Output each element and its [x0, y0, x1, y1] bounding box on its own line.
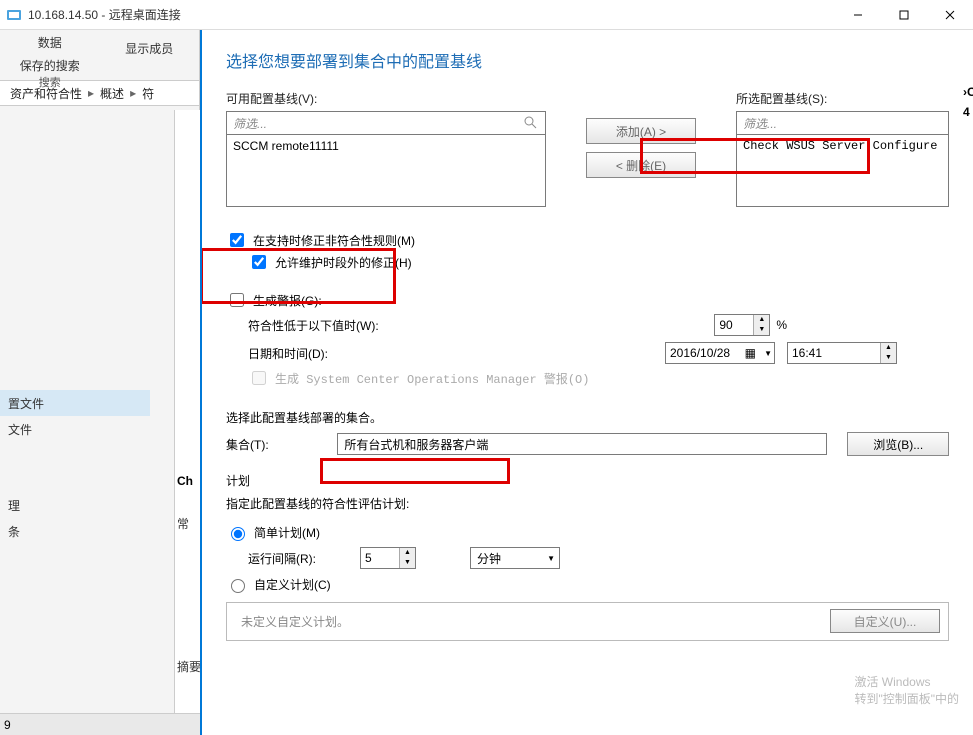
- list-item[interactable]: SCCM remote11111: [233, 139, 539, 153]
- selected-baselines-list[interactable]: Check WSUS Server Configure: [736, 135, 949, 207]
- breadcrumb-node[interactable]: 资产和符合性: [10, 85, 82, 102]
- breadcrumb-sep: ▸: [130, 86, 136, 100]
- interval-unit-select[interactable]: 分钟 ▼: [470, 547, 560, 569]
- chevron-up-icon[interactable]: ▲: [400, 548, 415, 558]
- chevron-down-icon[interactable]: ▼: [764, 349, 772, 358]
- tree-item[interactable]: 条: [0, 518, 150, 544]
- interval-label: 运行间隔(R):: [248, 550, 348, 567]
- collection-input[interactable]: 所有台式机和服务器客户端: [337, 433, 827, 455]
- minimize-button[interactable]: [835, 0, 881, 30]
- simple-schedule-radio[interactable]: 简单计划(M): [226, 520, 949, 544]
- available-baselines-list[interactable]: SCCM remote11111: [226, 135, 546, 207]
- schedule-header: 计划: [226, 472, 949, 489]
- chevron-down-icon[interactable]: ▼: [400, 558, 415, 568]
- remove-button[interactable]: < 删除(E): [586, 152, 696, 178]
- datetime-label: 日期和时间(D):: [248, 345, 428, 362]
- tree-item[interactable]: 置文件: [0, 390, 150, 416]
- list-item[interactable]: Check WSUS Server Configure: [743, 139, 942, 153]
- chevron-up-icon[interactable]: ▲: [754, 315, 769, 325]
- allow-outside-maintenance-checkbox[interactable]: 允许维护时段外的修正(H): [226, 251, 949, 273]
- chevron-down-icon[interactable]: ▼: [881, 353, 896, 363]
- deploy-baseline-dialog: 选择您想要部署到集合中的配置基线 可用配置基线(V): 筛选... SCCM r…: [200, 30, 973, 735]
- tree-item[interactable]: 理: [0, 492, 150, 518]
- bg-toolbar: 数据 保存的搜索 搜索 显示成员: [0, 30, 199, 80]
- background-app-left: 数据 保存的搜索 搜索 显示成员 资产和符合性 ▸ 概述 ▸ 符 配置 搜索 图…: [0, 30, 200, 735]
- window-controls: [835, 0, 973, 30]
- show-members-btn[interactable]: 显示成员: [100, 40, 200, 57]
- generate-alert-checkbox[interactable]: 生成警报(G):: [226, 289, 949, 311]
- remediate-noncompliance-checkbox[interactable]: 在支持时修正非符合性规则(M): [226, 229, 949, 251]
- available-filter-input[interactable]: 筛选...: [226, 111, 546, 135]
- time-input[interactable]: 16:41 ▲▼: [787, 342, 897, 364]
- deploy-collection-label: 选择此配置基线部署的集合。: [226, 409, 949, 426]
- available-baselines-label: 可用配置基线(V):: [226, 90, 546, 107]
- customize-button[interactable]: 自定义(U)...: [830, 609, 940, 633]
- close-button[interactable]: [927, 0, 973, 30]
- rdp-icon: [6, 7, 22, 23]
- interval-value-input[interactable]: ▲▼: [360, 547, 416, 569]
- scom-alert-checkbox: 生成 System Center Operations Manager 警报(O…: [226, 367, 949, 389]
- chevron-up-icon[interactable]: ▲: [881, 343, 896, 353]
- custom-schedule-box: 未定义自定义计划。 自定义(U)...: [226, 602, 949, 641]
- breadcrumb-node[interactable]: 符: [142, 85, 154, 102]
- search-icon: [523, 115, 539, 131]
- breadcrumb-node[interactable]: 概述: [100, 85, 124, 102]
- compliance-percent-input[interactable]: ▲▼: [714, 314, 770, 336]
- breadcrumb[interactable]: 资产和符合性 ▸ 概述 ▸ 符: [0, 80, 199, 106]
- nav-tree: 置文件 文件 理 条: [0, 390, 150, 544]
- add-button[interactable]: 添加(A) >: [586, 118, 696, 144]
- date-input[interactable]: 2016/10/28 ▦ ▼: [665, 342, 775, 364]
- maximize-button[interactable]: [881, 0, 927, 30]
- tree-item[interactable]: 文件: [0, 416, 150, 442]
- right-edge-fragment: ›C 4: [963, 85, 973, 119]
- rdp-title-bar: 10.168.14.50 - 远程桌面连接: [0, 0, 973, 30]
- chevron-down-icon: ▼: [547, 554, 555, 563]
- selected-baselines-label: 所选配置基线(S):: [736, 90, 949, 107]
- percent-label: %: [776, 318, 787, 332]
- collection-label: 集合(T):: [226, 436, 327, 453]
- custom-schedule-radio[interactable]: 自定义计划(C): [226, 572, 949, 596]
- status-bar: 9: [0, 713, 200, 735]
- browse-button[interactable]: 浏览(B)...: [847, 432, 949, 456]
- breadcrumb-sep: ▸: [88, 86, 94, 100]
- saved-search-btn[interactable]: 保存的搜索: [0, 57, 100, 74]
- selected-filter-input[interactable]: 筛选...: [736, 111, 949, 135]
- bg-col-data: 数据: [0, 34, 100, 51]
- schedule-text: 指定此配置基线的符合性评估计划:: [226, 495, 949, 512]
- rdp-title-text: 10.168.14.50 - 远程桌面连接: [28, 6, 835, 23]
- chevron-down-icon[interactable]: ▼: [754, 325, 769, 335]
- calendar-icon: ▦: [745, 346, 756, 360]
- compliance-below-label: 符合性低于以下值时(W):: [248, 317, 428, 334]
- windows-activation-watermark: 激活 Windows 转到"控制面板"中的: [854, 673, 959, 707]
- dialog-title: 选择您想要部署到集合中的配置基线: [226, 48, 949, 72]
